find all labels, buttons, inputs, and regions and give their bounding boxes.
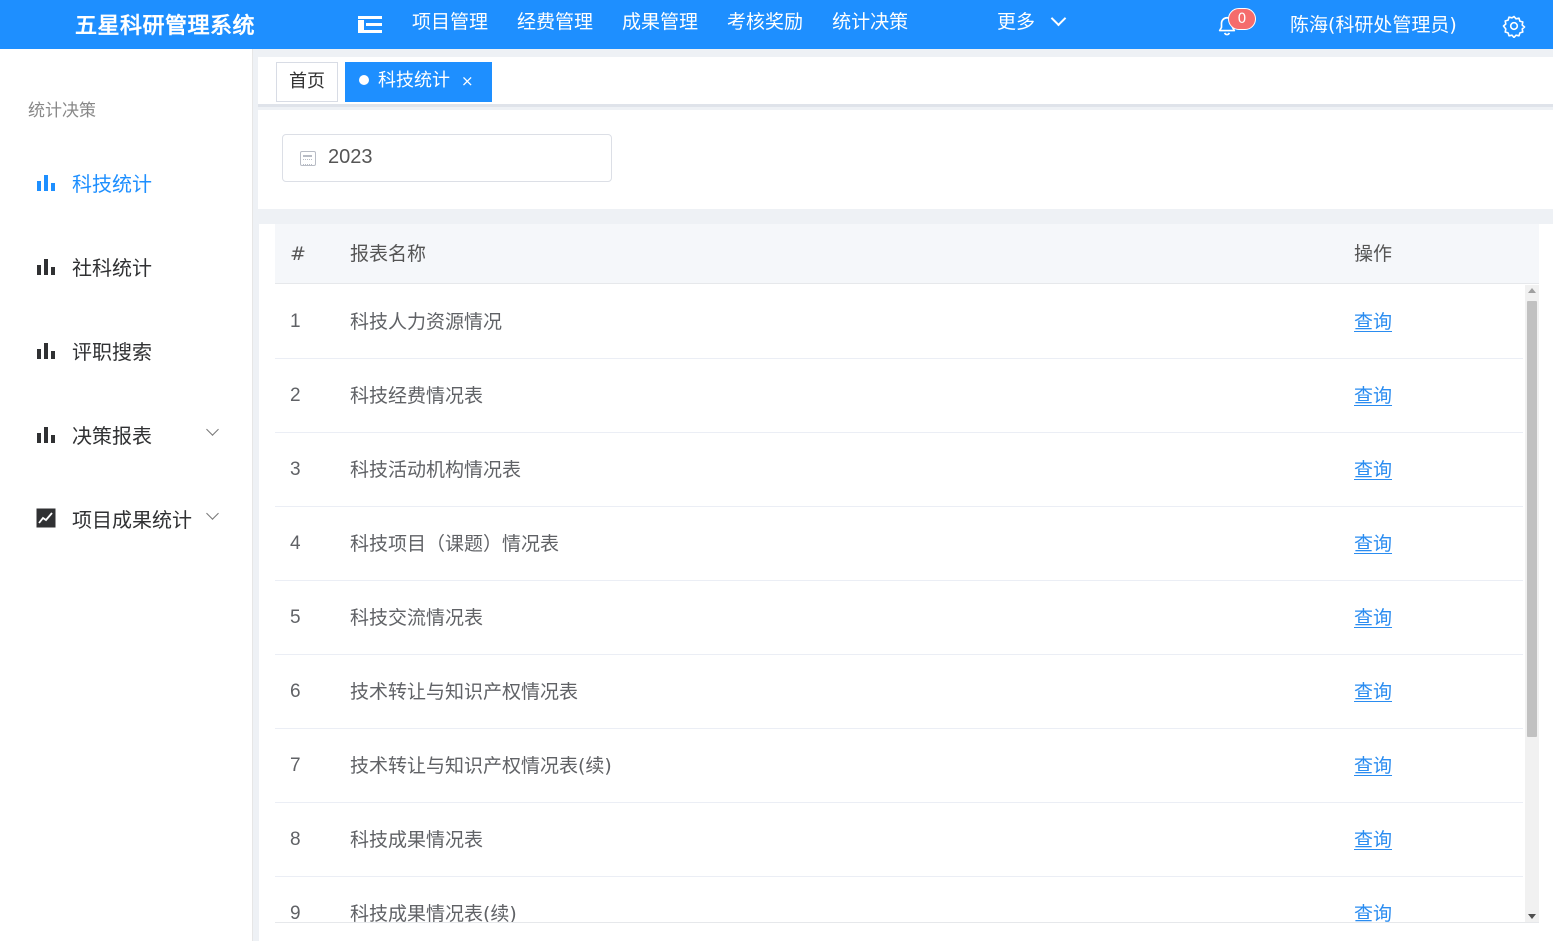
nav-item-statistics[interactable]: 统计决策 [832,0,908,49]
bar-chart-icon [37,259,55,275]
row-index: 8 [290,829,301,850]
table-row: 3 科技活动机构情况表 查询 [275,433,1523,507]
tab-sci-stats[interactable]: 科技统计 × [345,62,492,102]
line-chart-icon [36,508,56,528]
row-index: 6 [290,681,301,702]
nav-item-achievement[interactable]: 成果管理 [622,0,698,49]
table-row: 7 技术转让与知识产权情况表(续) 查询 [275,729,1523,803]
sidebar-item-title-search[interactable]: 评职搜索 [0,325,253,375]
scrollbar-thumb[interactable] [1527,301,1537,737]
row-report-name: 技术转让与知识产权情况表 [350,681,579,703]
nav-item-assessment[interactable]: 考核奖励 [727,0,803,49]
nav-more-label: 更多 [997,11,1036,33]
chevron-down-icon [206,423,219,436]
row-index: 5 [290,607,301,628]
top-header: 五星科研管理系统 项目管理 经费管理 成果管理 考核奖励 统计决策 更多 0 陈… [0,0,1553,49]
query-link[interactable]: 查询 [1354,877,1392,922]
table-row: 6 技术转让与知识产权情况表 查询 [275,655,1523,729]
row-report-name: 科技项目（课题）情况表 [350,533,560,555]
query-link[interactable]: 查询 [1354,803,1392,877]
query-link[interactable]: 查询 [1354,433,1392,507]
row-index: 7 [290,755,301,776]
sidebar-item-label: 评职搜索 [72,339,152,364]
table-body: 1 科技人力资源情况 查询 2 科技经费情况表 查询 3 科技活动机构情况表 查… [275,285,1539,923]
row-report-name: 科技成果情况表(续) [350,903,517,923]
row-report-name: 科技成果情况表 [350,829,484,851]
query-link[interactable]: 查询 [1354,359,1392,433]
row-report-name: 科技活动机构情况表 [350,459,522,481]
sidebar-item-project-achievement-stats[interactable]: 项目成果统计 [0,493,253,543]
table-scrollbar[interactable] [1525,285,1539,922]
row-index: 9 [290,903,301,923]
row-index: 1 [290,311,301,332]
nav-item-project[interactable]: 项目管理 [412,0,488,49]
table-header: # 报表名称 操作 [275,224,1539,284]
sidebar-item-social-stats[interactable]: 社科统计 [0,241,253,291]
column-header-index: # [290,243,306,265]
nav-item-funding[interactable]: 经费管理 [517,0,593,49]
sidebar: 统计决策 科技统计 社科统计 评职搜索 决策报表 项目成果统计 [0,49,253,941]
sidebar-item-label: 科技统计 [72,171,152,196]
app-title: 五星科研管理系统 [75,14,256,39]
row-index: 3 [290,459,301,480]
year-value: 2023 [328,146,373,168]
menu-collapse-icon[interactable] [358,13,384,35]
filter-panel: 2023 [258,110,1553,209]
sidebar-item-label: 决策报表 [72,423,152,448]
gear-icon[interactable] [1502,14,1526,38]
table-row: 4 科技项目（课题）情况表 查询 [275,507,1523,581]
chevron-down-icon [1050,10,1067,27]
table-row: 5 科技交流情况表 查询 [275,581,1523,655]
tab-label: 科技统计 [378,70,450,91]
sidebar-group-title: 统计决策 [28,101,96,121]
sidebar-item-label: 社科统计 [72,255,152,280]
row-report-name: 科技交流情况表 [350,607,484,629]
active-dot-icon [359,75,369,85]
user-menu[interactable]: 陈海(科研处管理员) [1290,10,1457,37]
nav-more-dropdown[interactable]: 更多 [997,0,1067,45]
bar-chart-icon [37,427,55,443]
row-report-name: 科技人力资源情况 [350,311,503,333]
query-link[interactable]: 查询 [1354,507,1392,581]
bar-chart-icon [37,343,55,359]
sidebar-item-label: 项目成果统计 [72,507,192,532]
top-nav: 项目管理 经费管理 成果管理 考核奖励 统计决策 [412,0,937,49]
year-picker-input[interactable]: 2023 [282,134,612,182]
query-link[interactable]: 查询 [1354,729,1392,803]
close-icon[interactable]: × [461,62,474,100]
column-header-action: 操作 [1354,243,1393,265]
notification-badge: 0 [1228,8,1256,30]
table-row: 1 科技人力资源情况 查询 [275,285,1523,359]
bar-chart-icon [37,175,55,191]
tab-home[interactable]: 首页 [276,62,338,102]
tabs-bar: 首页 科技统计 × [258,57,1553,107]
calendar-icon [300,151,316,166]
row-report-name: 科技经费情况表 [350,385,484,407]
table-row: 8 科技成果情况表 查询 [275,803,1523,877]
scroll-up-icon[interactable] [1528,288,1536,293]
query-link[interactable]: 查询 [1354,655,1392,729]
query-link[interactable]: 查询 [1354,285,1392,359]
row-index: 2 [290,385,301,406]
sidebar-item-decision-reports[interactable]: 决策报表 [0,409,253,459]
query-link[interactable]: 查询 [1354,581,1392,655]
row-index: 4 [290,533,301,554]
chevron-down-icon [206,507,219,520]
report-table: # 报表名称 操作 1 科技人力资源情况 查询 2 科技经费情况表 查询 3 科… [259,224,1553,941]
column-header-name: 报表名称 [350,243,427,265]
table-row: 9 科技成果情况表(续) 查询 [275,877,1523,923]
table-row: 2 科技经费情况表 查询 [275,359,1523,433]
scroll-down-icon[interactable] [1528,914,1536,919]
sidebar-item-sci-stats[interactable]: 科技统计 [0,157,253,207]
row-report-name: 技术转让与知识产权情况表(续) [350,755,612,777]
